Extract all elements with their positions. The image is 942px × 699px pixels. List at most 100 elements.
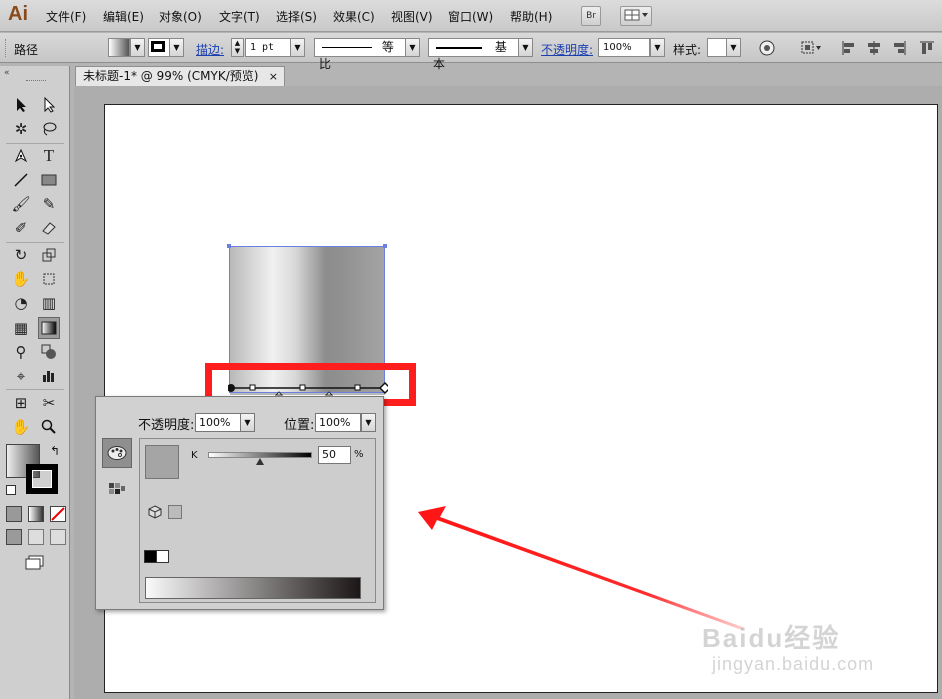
k-slider-thumb[interactable] [256,458,264,465]
stroke-label[interactable]: 描边: [196,41,224,58]
line-icon[interactable] [10,169,32,191]
menu-effect[interactable]: 效果(C) [333,8,375,25]
stroke-dropdown[interactable]: ▼ [169,38,184,57]
channel-label: K [191,450,198,461]
variable-width-profile[interactable]: 等比 [314,38,406,71]
current-color-swatch [145,445,179,479]
paintbrush-icon[interactable]: 🖌 [10,193,32,215]
selection-type-label: 路径 [14,43,39,57]
stroke-weight-stepper[interactable]: ▲ ▼ [231,38,244,57]
color-mode-icon[interactable] [6,506,22,522]
menu-object[interactable]: 对象(O) [159,8,202,25]
swatches-icon[interactable] [109,483,125,498]
shape-builder-icon[interactable]: ◔ [10,292,32,314]
profile-dropdown[interactable]: ▼ [405,38,420,57]
pen-icon[interactable] [10,145,32,167]
tools-panel: « ✲ T 🖌 ✎ ✐ ↻ ✋ ◔ ▥ ▦ ⚲ ⌖ ⊞ ✂ ✋ ↰ [0,66,70,699]
warp-icon[interactable]: ✋ [10,268,32,290]
opacity-dropdown[interactable]: ▼ [650,38,665,57]
out-of-gamut-cube-icon[interactable] [148,505,162,522]
opacity-label[interactable]: 不透明度: [541,41,593,58]
align-top-icon[interactable] [918,39,936,57]
menu-type[interactable]: 文字(T) [219,8,260,25]
menu-view[interactable]: 视图(V) [391,8,433,25]
panel-position-field[interactable]: 100% [315,413,361,432]
graphic-style-swatch[interactable] [707,38,727,57]
k-value-field[interactable]: 50 [318,446,351,464]
blob-brush-icon[interactable]: ✐ [10,217,32,239]
lasso-icon[interactable] [38,118,60,140]
style-label: 样式: [673,43,702,57]
menu-window[interactable]: 窗口(W) [448,8,493,25]
menu-select[interactable]: 选择(S) [276,8,317,25]
none-mode-icon[interactable] [50,506,66,522]
gradient-icon[interactable] [38,317,60,339]
direct-selection-icon[interactable] [38,94,60,116]
eraser-icon[interactable] [38,217,60,239]
column-graph-icon[interactable] [38,365,60,387]
default-colors-icon[interactable] [6,485,16,495]
menu-bar: Ai 文件(F) 编辑(E) 对象(O) 文字(T) 选择(S) 效果(C) 视… [0,0,942,32]
type-icon[interactable]: T [38,145,60,167]
panel-opacity-dropdown[interactable]: ▼ [240,413,255,432]
mesh-icon[interactable]: ▦ [10,317,32,339]
rotate-icon[interactable]: ↻ [10,244,32,266]
swap-colors-icon[interactable]: ↰ [50,444,60,458]
hand-icon[interactable]: ✋ [10,416,32,438]
draw-normal-icon[interactable] [6,529,22,545]
brush-label: 基本 [433,40,507,71]
eyedropper-icon[interactable]: ⚲ [10,341,32,363]
screen-mode-icon[interactable] [24,555,46,571]
bridge-button[interactable]: Br [581,6,601,26]
close-icon[interactable]: × [269,67,278,86]
scale-icon[interactable] [38,244,60,266]
stroke-weight-dropdown[interactable]: ▼ [290,38,305,57]
panel-opacity-field[interactable]: 100% [195,413,241,432]
gradient-mode-icon[interactable] [28,506,44,522]
white-swatch[interactable] [156,550,169,563]
slice-icon[interactable]: ✂ [38,392,60,414]
color-palette-icon[interactable] [102,438,132,468]
toolbar-divider [6,389,64,390]
pencil-icon[interactable]: ✎ [38,193,60,215]
selection-tool-icon[interactable] [10,94,32,116]
fill-dropdown[interactable]: ▼ [130,38,145,57]
control-bar: 路径 ▼ ▼ 描边: ▲ ▼ 1 pt ▼ 等比 ▼ 基本 ▼ 不透明度: 100… [0,33,942,71]
stroke-weight-field[interactable]: 1 pt [245,38,291,57]
align-to-selection-icon[interactable] [800,39,822,57]
web-safe-swatch[interactable] [168,505,182,519]
align-left-icon[interactable] [840,39,858,57]
symbol-sprayer-icon[interactable]: ⌖ [10,365,32,387]
panel-position-dropdown[interactable]: ▼ [361,413,376,432]
free-transform-icon[interactable] [38,268,60,290]
blend-icon[interactable] [38,341,60,363]
collapse-panel-icon[interactable]: « [4,68,10,78]
document-tab[interactable]: 未标题-1* @ 99% (CMYK/预览) × [75,66,285,86]
rectangle-icon[interactable] [38,169,60,191]
align-horizontal-center-icon[interactable] [865,39,883,57]
menu-help[interactable]: 帮助(H) [510,8,552,25]
brush-definition[interactable]: 基本 [428,38,519,71]
recolor-artwork-icon[interactable] [758,39,776,57]
zoom-icon[interactable] [38,416,60,438]
profile-label: 等比 [319,40,394,71]
draw-inside-icon[interactable] [50,529,66,545]
stroke-swatch[interactable] [148,38,170,57]
opacity-field[interactable]: 100% [598,38,650,57]
style-dropdown[interactable]: ▼ [726,38,741,57]
workspace-switcher-button[interactable] [620,6,652,26]
draw-behind-icon[interactable] [28,529,44,545]
fill-swatch[interactable] [108,38,130,57]
perspective-icon[interactable]: ▥ [38,292,60,314]
magic-wand-icon[interactable]: ✲ [10,118,32,140]
color-ramp[interactable] [145,577,361,599]
brush-dropdown[interactable]: ▼ [518,38,533,57]
menu-file[interactable]: 文件(F) [46,8,86,25]
menu-edit[interactable]: 编辑(E) [103,8,144,25]
panel-grip[interactable] [26,80,46,82]
grip-handle[interactable] [5,39,7,57]
artboard-icon[interactable]: ⊞ [10,392,32,414]
layout-grid-icon [624,9,648,21]
align-right-icon[interactable] [890,39,908,57]
stroke-color-box[interactable] [26,464,58,494]
